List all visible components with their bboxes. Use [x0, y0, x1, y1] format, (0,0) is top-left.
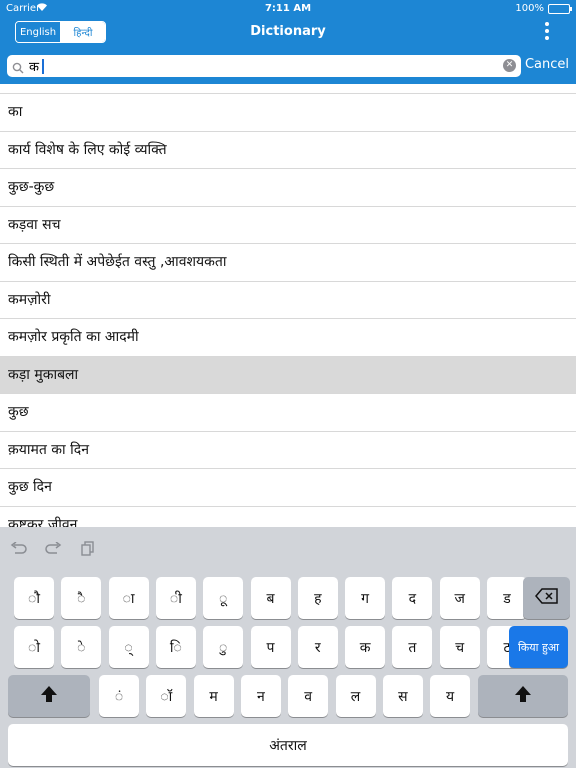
key[interactable]: र [297, 626, 338, 668]
list-item[interactable]: कार्य विशेष के लिए कोई व्यक्ति [0, 130, 576, 169]
list-item-label: कुछ-कुछ [8, 179, 55, 195]
key[interactable]: द [392, 577, 433, 619]
list-item-label: कष्टकर जीवन [8, 516, 78, 528]
list-item[interactable]: किसी स्थिती में अपेछेईत वस्तु ,आवशयकता [0, 243, 576, 281]
list-item[interactable]: कुछ-कुछ [0, 168, 576, 206]
key[interactable]: ग [345, 577, 386, 619]
list-item[interactable]: कमज़ोरी [0, 280, 576, 319]
list-item-label: कार्य विशेष के लिए कोई व्यक्ति [8, 141, 167, 158]
results-list: का कार्य विशेष के लिए कोई व्यक्ति कुछ-कुछ क… [0, 84, 576, 527]
list-item-label: का [8, 104, 23, 120]
more-options-icon[interactable] [544, 22, 550, 42]
status-bar: Carrier 7:11 AM 100% [0, 0, 576, 18]
key[interactable]: ै [61, 577, 102, 619]
list-item[interactable]: कुछ [0, 393, 576, 431]
key[interactable]: ॉ [146, 675, 187, 717]
delete-key[interactable] [523, 577, 570, 619]
delete-icon [534, 588, 559, 608]
key[interactable]: ल [335, 675, 376, 717]
key[interactable]: त [392, 626, 433, 668]
keyboard-toolbar [0, 527, 576, 571]
battery-icon [548, 4, 572, 14]
key[interactable]: ौ [14, 577, 54, 619]
key[interactable]: ी [155, 577, 196, 619]
shift-key-right[interactable] [478, 675, 568, 717]
list-item-label: कड़ा मुकाबला [8, 366, 79, 383]
key[interactable]: ं [99, 675, 139, 717]
key[interactable]: च [439, 626, 480, 668]
key[interactable]: ु [203, 626, 244, 668]
key[interactable]: ह [297, 577, 338, 619]
search-icon [12, 59, 24, 78]
return-key[interactable]: किया हुआ [509, 626, 568, 668]
list-item[interactable]: कष्टकर जीवन [0, 505, 576, 528]
key[interactable]: व [288, 675, 329, 717]
key[interactable]: ू [203, 577, 244, 619]
list-item-label: क़यामत का दिन [8, 441, 89, 458]
key[interactable]: े [61, 626, 102, 668]
list-item[interactable]: कमज़ोर प्रकृति का आदमी [0, 318, 576, 356]
paste-icon[interactable] [80, 541, 96, 561]
list-item-label: कड़वा सच [8, 216, 61, 233]
key[interactable]: ो [14, 626, 54, 668]
key[interactable]: प [250, 626, 291, 668]
key[interactable]: न [240, 675, 281, 717]
list-item-label: कमज़ोरी [8, 291, 51, 308]
key[interactable]: ा [108, 577, 149, 619]
list-item[interactable]: क़यामत का दिन [0, 430, 576, 469]
cancel-button[interactable]: Cancel [525, 57, 569, 72]
shift-icon [514, 685, 532, 707]
key[interactable]: ब [250, 577, 291, 619]
undo-icon[interactable] [10, 541, 28, 560]
list-item-label: किसी स्थिती में अपेछेईत वस्तु ,आवशयकता [8, 254, 227, 270]
text-cursor [42, 59, 44, 74]
key[interactable]: य [430, 675, 471, 717]
key[interactable]: ज [439, 577, 480, 619]
key[interactable]: ड [487, 577, 527, 619]
key[interactable]: ि [155, 626, 196, 668]
clear-icon[interactable]: ✕ [503, 59, 516, 72]
list-item[interactable]: कड़वा सच [0, 205, 576, 244]
battery-percent: 100% [515, 3, 544, 14]
list-item[interactable]: कड़ा मुकाबला [0, 355, 576, 393]
key[interactable]: स [382, 675, 423, 717]
key[interactable]: म [193, 675, 234, 717]
space-key[interactable]: अंतराल [8, 724, 568, 766]
hindi-keyboard: ौैाीू ब ह ग द ज डोे्िु प र क त च ट किया हुआंॉ म न व ल स य अं… [0, 527, 576, 768]
shift-icon [40, 685, 58, 707]
list-item[interactable]: कुछ दिन [0, 468, 576, 506]
list-item-label: कुछ [8, 404, 29, 420]
key[interactable]: ् [108, 626, 149, 668]
list-item-label: कुछ दिन [8, 479, 52, 495]
navigation-bar: Carrier 7:11 AM 100% English हिन्दी Dict… [0, 0, 576, 84]
clock: 7:11 AM [264, 3, 312, 14]
redo-icon[interactable] [44, 541, 62, 560]
list-item[interactable]: का [0, 93, 576, 131]
list-item-label: कमज़ोर प्रकृति का आदमी [8, 329, 139, 345]
search-input[interactable]: क [29, 57, 39, 75]
page-title: Dictionary [250, 24, 326, 39]
key[interactable]: क [345, 626, 386, 668]
shift-key[interactable] [8, 675, 90, 717]
search-field[interactable]: क ✕ [7, 55, 521, 77]
